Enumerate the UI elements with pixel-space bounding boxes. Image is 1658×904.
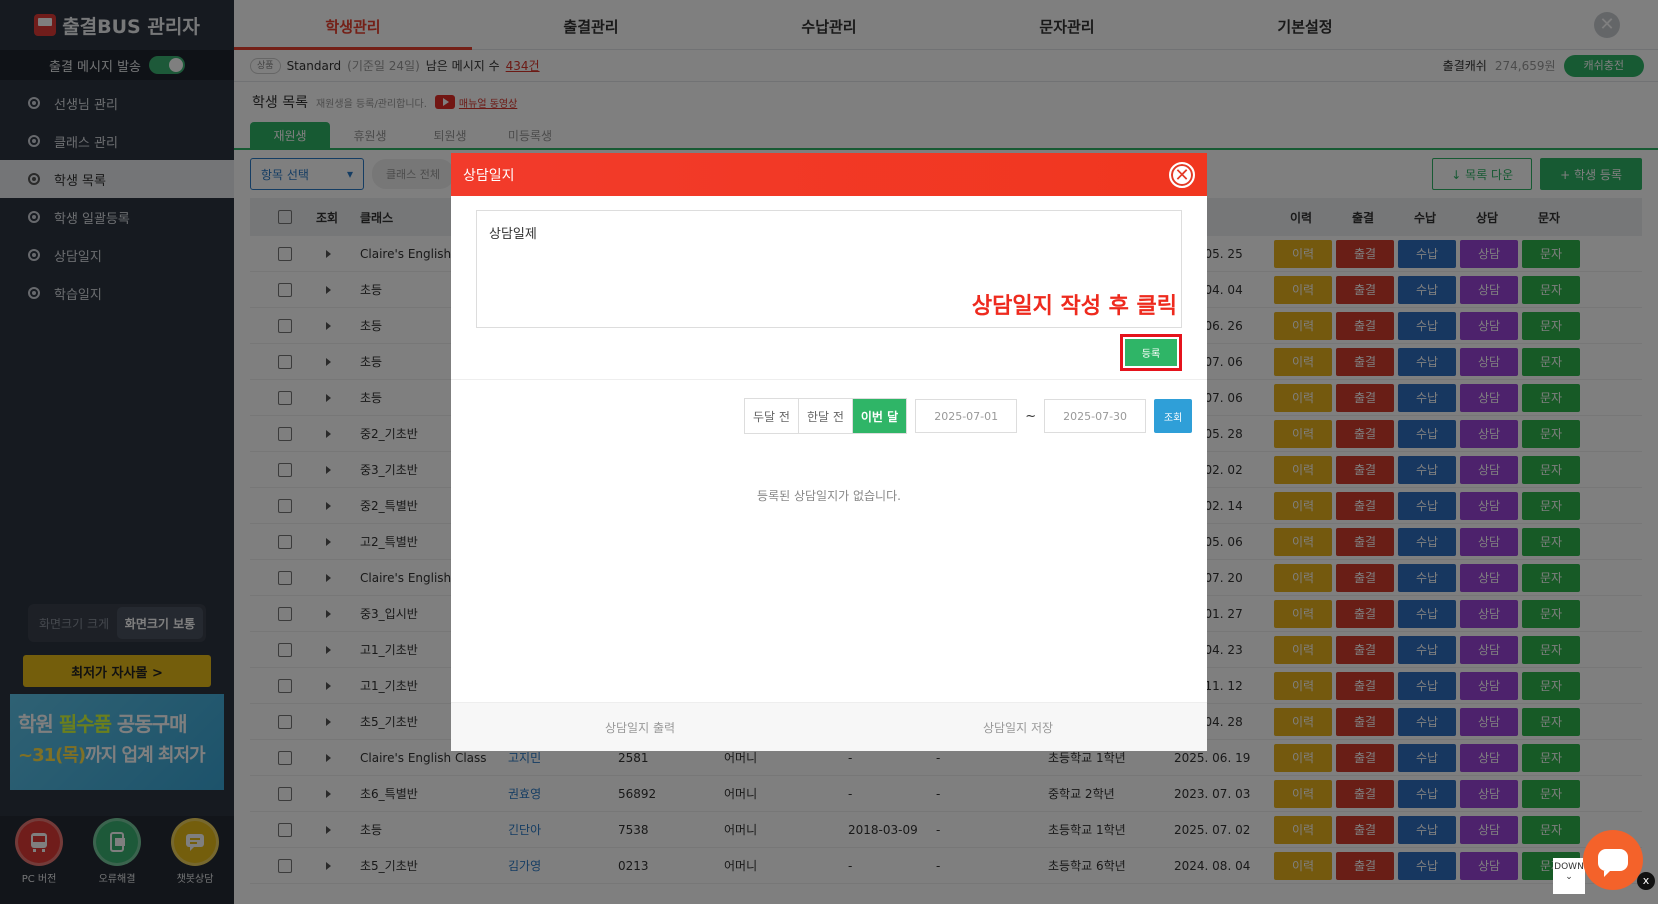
down-label: DOWN [1554,862,1584,872]
chat-widget-button[interactable] [1583,830,1643,890]
date-range-controls: 두달 전 한달 전 이번 달 2025-07-01 ~ 2025-07-30 조… [744,398,1193,434]
empty-state-message: 등록된 상담일지가 없습니다. [757,489,901,503]
period-two-months[interactable]: 두달 전 [745,399,799,433]
query-button[interactable]: 조회 [1154,399,1193,433]
chat-bubble-icon [1598,849,1628,877]
close-icon[interactable]: ✕ [1169,162,1195,188]
period-this-month[interactable]: 이번 달 [852,399,907,433]
modal-footer: 상담일지 출력 상담일지 저장 [451,702,1207,751]
range-separator: ~ [1025,408,1037,424]
scroll-down-button[interactable]: DOWN ⌄ [1553,858,1585,894]
register-button[interactable]: 등록 [1125,339,1177,366]
date-to-input[interactable]: 2025-07-30 [1044,399,1147,433]
save-button[interactable]: 상담일지 저장 [829,703,1207,751]
date-from-input[interactable]: 2025-07-01 [915,399,1018,433]
period-one-month[interactable]: 한달 전 [798,399,853,433]
chevron-down-icon: ⌄ [1565,872,1573,882]
register-button-highlight: 등록 [1120,334,1182,371]
modal-header: 상담일지 ✕ [451,153,1207,196]
close-chat-icon[interactable]: x [1637,872,1655,890]
divider [451,379,1207,380]
instruction-annotation: 상담일지 작성 후 클릭 [971,294,1177,319]
period-selector: 두달 전 한달 전 이번 달 [744,398,908,434]
modal-title: 상담일지 [463,167,515,184]
consult-log-modal: 상담일지 ✕ 상담일제 상담일지 작성 후 클릭 등록 두달 전 한달 전 이번… [451,153,1207,751]
print-button[interactable]: 상담일지 출력 [451,703,829,751]
